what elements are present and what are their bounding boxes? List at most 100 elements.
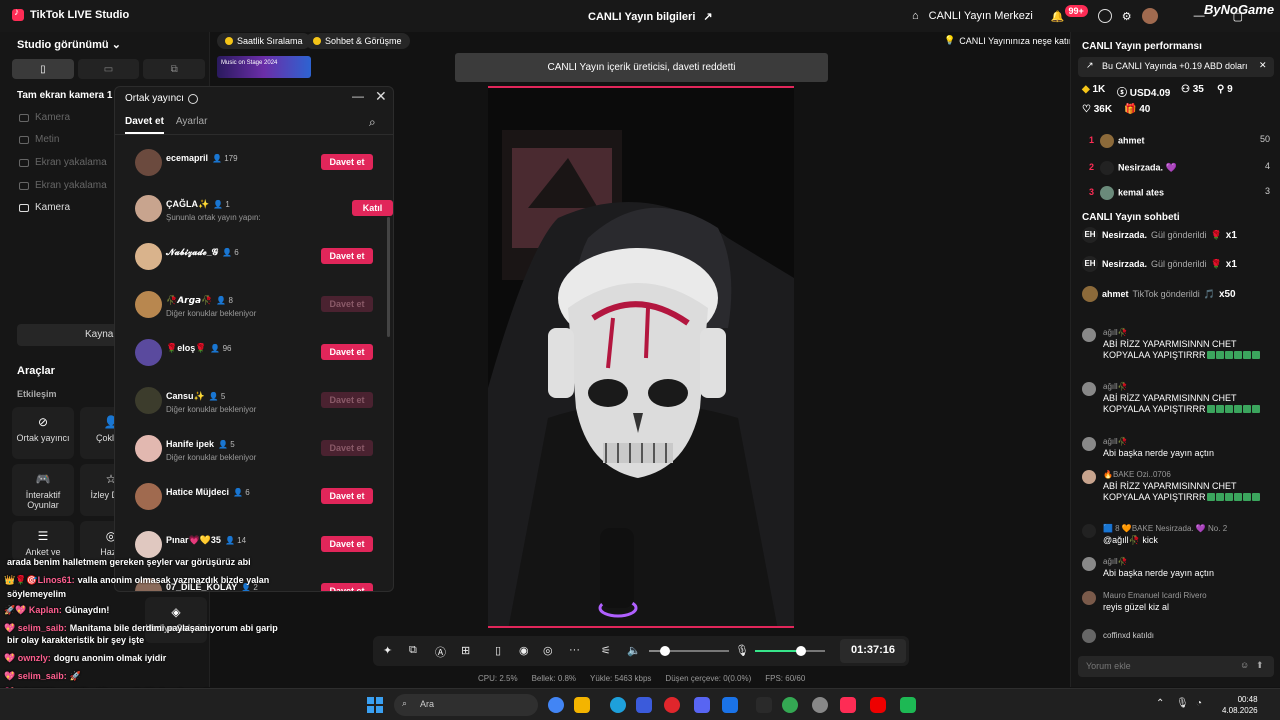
bell-icon[interactable]: 🔔 <box>1051 10 1065 23</box>
avatar[interactable] <box>135 243 162 270</box>
ranking-item[interactable]: 1 ahmet 50 <box>1082 134 1270 148</box>
filters-icon[interactable]: ⧉ <box>409 644 417 657</box>
minimize-icon[interactable]: — <box>1194 10 1205 22</box>
discord-icon[interactable] <box>694 697 710 713</box>
cohost-row: 𝓝𝓪𝓫𝓲𝔃𝓪𝓭𝓮_𝓖 👤 6 Davet et <box>135 239 375 279</box>
live-info-button[interactable]: CANLI Yayın bilgileri ↗ <box>588 10 713 24</box>
join-button[interactable]: Katıl <box>352 200 393 216</box>
windows-start-icon[interactable] <box>366 696 384 714</box>
chrome-icon[interactable] <box>548 697 564 713</box>
tool-poll[interactable]: ☰ Anket ve <box>12 521 74 561</box>
invite-button[interactable]: Davet et <box>321 488 373 504</box>
ai-icon[interactable]: Ⓐ <box>435 644 446 660</box>
close-dialog-icon[interactable]: ✕ <box>375 88 387 105</box>
cohost-status: Diğer konuklar bekleniyor <box>166 405 257 414</box>
layout-switcher: ▯ ▭ ⧉ <box>12 59 206 79</box>
mixer-icon[interactable]: ⚟ <box>601 644 611 657</box>
scene-title[interactable]: Tam ekran kamera 1 ⌄ <box>17 90 124 101</box>
event-banner[interactable]: Music on Stage 2024 <box>217 56 311 78</box>
camera-settings-icon[interactable]: ◎ <box>543 644 553 657</box>
taskbar-search[interactable]: ⌕ Ara <box>394 694 538 716</box>
effects-icon[interactable]: ✦ <box>383 644 392 657</box>
more-icon[interactable]: ··· <box>569 644 580 656</box>
multi-layout-icon[interactable]: ⧉ <box>143 59 206 79</box>
comment-input[interactable]: Yorum ekle ☺ ⬆ <box>1078 656 1274 677</box>
source-camera-2[interactable]: Kamera <box>19 202 70 213</box>
studio-view-dropdown[interactable]: Studio görünümü ⌄ <box>17 38 121 51</box>
plus-screen-icon[interactable]: ⊞ <box>461 644 470 657</box>
gift-text: TikTok gönderildi <box>1132 289 1200 299</box>
settings-app-icon[interactable] <box>812 697 828 713</box>
home-icon[interactable]: ⌂ <box>912 10 919 22</box>
tiktok-studio-icon[interactable] <box>840 697 856 713</box>
app-icon[interactable] <box>756 697 772 713</box>
tab-invite[interactable]: Davet et <box>125 116 164 134</box>
source-screen-capture[interactable]: Ekran yakalama <box>19 157 107 168</box>
tv-app-icon[interactable] <box>900 697 916 713</box>
help-icon[interactable] <box>1097 9 1112 23</box>
search-icon[interactable]: ⌕ <box>369 115 376 130</box>
gift-qty: x1 <box>1225 229 1237 241</box>
avatar[interactable] <box>135 339 162 366</box>
scrollbar[interactable] <box>387 217 390 337</box>
invite-button[interactable]: Davet et <box>321 154 373 170</box>
volume-knob[interactable] <box>660 646 670 656</box>
mic-knob[interactable] <box>795 646 806 656</box>
avatar[interactable] <box>135 435 162 462</box>
avatar[interactable] <box>135 483 162 510</box>
ranking-item[interactable]: 2 Nesirzada. 💜 4 <box>1082 161 1270 175</box>
dialog-header: Ortak yayıncı <box>125 93 198 104</box>
avatar[interactable] <box>135 531 162 558</box>
opera-icon[interactable] <box>664 697 680 713</box>
invite-button[interactable]: Davet et <box>321 583 373 591</box>
minimize-dialog-icon[interactable]: — <box>352 89 364 103</box>
hourly-ranking-chip[interactable]: Saatlik Sıralama <box>217 33 311 49</box>
ranking-item[interactable]: 3 kemal ates 3 <box>1082 186 1270 200</box>
mic-tray-icon[interactable]: 🎙 <box>1176 698 1189 709</box>
speaker-icon[interactable]: 🔈 <box>627 644 641 657</box>
invite-button[interactable]: Davet et <box>321 344 373 360</box>
clock[interactable]: 00:48 4.08.2026 <box>1222 694 1258 716</box>
wifi-icon[interactable]: ◔ <box>1196 698 1202 709</box>
fun-notice[interactable]: 💡 CANLI Yayınınıza neşe katın <box>944 35 1074 46</box>
chrome-2-icon[interactable] <box>782 697 798 713</box>
avatar[interactable] <box>1141 8 1158 24</box>
close-icon[interactable]: ✕ <box>1259 60 1267 71</box>
invite-button[interactable]: Davet et <box>321 248 373 264</box>
avatar <box>1082 557 1096 571</box>
performance-banner[interactable]: ↗ Bu CANLI Yayında +0.19 ABD doları ✕ <box>1078 57 1274 77</box>
record-icon[interactable]: ◉ <box>519 644 529 657</box>
mic-slider[interactable] <box>755 650 825 652</box>
camera-preview[interactable] <box>488 86 794 628</box>
tool-gift-gallery[interactable]: ◈ Hediye Galerisi <box>145 597 207 643</box>
streamer-image <box>488 88 794 626</box>
source-screen-capture-2[interactable]: Ekran yakalama <box>19 180 107 191</box>
avatar[interactable] <box>135 387 162 414</box>
mail-icon[interactable] <box>722 697 738 713</box>
gift-icon: ◈ <box>171 605 181 619</box>
settings-gear-icon[interactable]: ⚙ <box>1122 10 1132 23</box>
phone-icon[interactable]: ▯ <box>495 644 501 657</box>
avatar[interactable] <box>135 149 162 176</box>
youtube-icon[interactable] <box>870 697 886 713</box>
live-center-link[interactable]: CANLI Yayın Merkezi <box>929 10 1033 22</box>
tool-interactive-games[interactable]: 🎮 İnteraktif Oyunlar <box>12 464 74 516</box>
avatar[interactable] <box>135 291 162 318</box>
tray-chevron-icon[interactable]: ⌃ <box>1156 698 1164 709</box>
invite-button[interactable]: Davet et <box>321 536 373 552</box>
cohost-row: Hanife ipek 👤 5 Diğer konuklar bekleniyo… <box>135 431 375 471</box>
store-icon[interactable] <box>636 697 652 713</box>
source-camera[interactable]: Kamera <box>19 112 70 123</box>
landscape-layout-icon[interactable]: ▭ <box>77 59 140 79</box>
edge-icon[interactable] <box>610 697 626 713</box>
chat-call-chip[interactable]: Sohbet & Görüşme <box>305 33 410 49</box>
comment-text: ABİ RİZZ YAPARMISINNN CHET KOPYALAA YAPI… <box>1103 393 1273 415</box>
tab-settings[interactable]: Ayarlar <box>176 116 208 134</box>
explorer-icon[interactable] <box>574 697 590 713</box>
portrait-layout-icon[interactable]: ▯ <box>12 59 74 79</box>
cohost-row: ecemapril 👤 179 Davet et <box>135 145 375 185</box>
avatar[interactable] <box>135 195 162 222</box>
source-text[interactable]: Metin <box>19 134 59 145</box>
mic-icon[interactable]: 🎙 <box>735 644 749 657</box>
tool-cohost[interactable]: ⊘ Ortak yayıncı <box>12 407 74 459</box>
